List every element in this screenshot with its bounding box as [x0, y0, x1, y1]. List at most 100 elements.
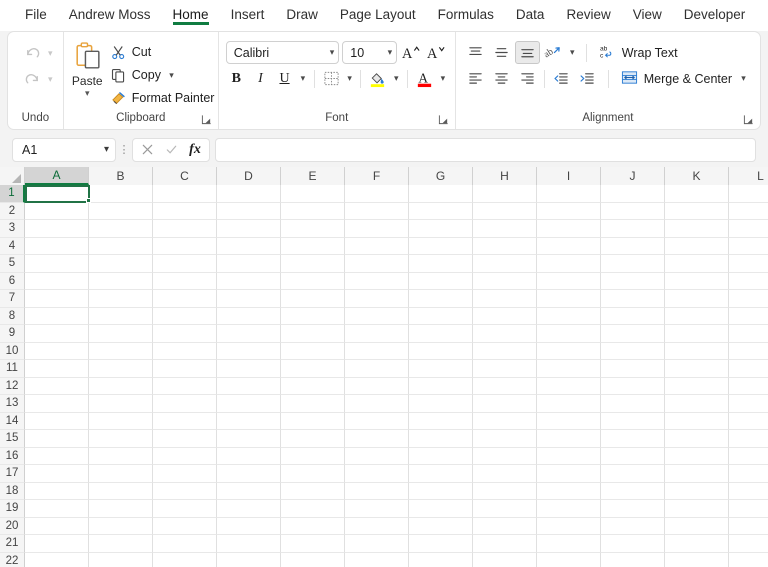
column-header-b[interactable]: B [89, 167, 153, 185]
cell-a6[interactable] [25, 272, 89, 290]
cell-f19[interactable] [345, 500, 409, 518]
cell-d1[interactable] [217, 185, 281, 203]
align-bottom-button[interactable] [514, 41, 540, 64]
cell-h17[interactable] [473, 465, 537, 483]
cell-k18[interactable] [665, 482, 729, 500]
chevron-down-icon[interactable]: ▾ [85, 89, 90, 98]
font-dialog-launcher[interactable] [438, 114, 449, 125]
column-header-g[interactable]: G [409, 167, 473, 185]
cell-d22[interactable] [217, 552, 281, 567]
cell-b2[interactable] [89, 202, 153, 220]
tab-formulas[interactable]: Formulas [427, 5, 505, 27]
redo-button[interactable]: ▾ [21, 68, 53, 90]
cell-f22[interactable] [345, 552, 409, 567]
cell-b4[interactable] [89, 237, 153, 255]
decrease-indent-button[interactable] [549, 67, 574, 90]
increase-font-size-button[interactable]: A [400, 41, 422, 64]
row-header-21[interactable]: 21 [0, 535, 25, 553]
row-header-9[interactable]: 9 [0, 325, 25, 343]
cell-e21[interactable] [281, 535, 345, 553]
cell-g9[interactable] [409, 325, 473, 343]
cell-i14[interactable] [537, 412, 601, 430]
borders-button[interactable] [321, 67, 342, 90]
cell-c8[interactable] [153, 307, 217, 325]
row-header-3[interactable]: 3 [0, 220, 25, 238]
increase-indent-button[interactable] [575, 67, 600, 90]
cell-j5[interactable] [601, 255, 665, 273]
name-box[interactable]: A1 ▾ [12, 137, 116, 162]
cell-k21[interactable] [665, 535, 729, 553]
cell-a4[interactable] [25, 237, 89, 255]
cell-h21[interactable] [473, 535, 537, 553]
row-header-11[interactable]: 11 [0, 360, 25, 378]
cell-b20[interactable] [89, 517, 153, 535]
cell-l14[interactable] [729, 412, 768, 430]
tab-review[interactable]: Review [555, 5, 621, 27]
cell-d14[interactable] [217, 412, 281, 430]
cell-i7[interactable] [537, 290, 601, 308]
cell-h2[interactable] [473, 202, 537, 220]
chevron-down-icon[interactable]: ▾ [166, 70, 177, 81]
cell-f21[interactable] [345, 535, 409, 553]
cell-b17[interactable] [89, 465, 153, 483]
cell-d4[interactable] [217, 237, 281, 255]
cell-i12[interactable] [537, 377, 601, 395]
row-header-18[interactable]: 18 [0, 482, 25, 500]
cell-l9[interactable] [729, 325, 768, 343]
cell-e10[interactable] [281, 342, 345, 360]
cell-e15[interactable] [281, 430, 345, 448]
column-header-j[interactable]: J [601, 167, 665, 185]
cell-c19[interactable] [153, 500, 217, 518]
cell-k22[interactable] [665, 552, 729, 567]
cell-h12[interactable] [473, 377, 537, 395]
cell-a9[interactable] [25, 325, 89, 343]
cell-f2[interactable] [345, 202, 409, 220]
row-header-8[interactable]: 8 [0, 307, 25, 325]
cell-k20[interactable] [665, 517, 729, 535]
cell-a20[interactable] [25, 517, 89, 535]
cell-h14[interactable] [473, 412, 537, 430]
cell-c2[interactable] [153, 202, 217, 220]
cell-b13[interactable] [89, 395, 153, 413]
cancel-x-icon[interactable] [135, 139, 159, 160]
cell-d17[interactable] [217, 465, 281, 483]
cell-j12[interactable] [601, 377, 665, 395]
chevron-down-icon[interactable]: ▾ [438, 73, 448, 84]
cell-c17[interactable] [153, 465, 217, 483]
cell-g7[interactable] [409, 290, 473, 308]
cell-h18[interactable] [473, 482, 537, 500]
cell-k1[interactable] [665, 185, 729, 203]
cell-h9[interactable] [473, 325, 537, 343]
cell-h3[interactable] [473, 220, 537, 238]
cell-h22[interactable] [473, 552, 537, 567]
tab-developer[interactable]: Developer [673, 5, 757, 27]
cell-k7[interactable] [665, 290, 729, 308]
undo-button[interactable]: ▾ [21, 42, 53, 64]
cell-b11[interactable] [89, 360, 153, 378]
tab-draw[interactable]: Draw [275, 5, 329, 27]
row-header-4[interactable]: 4 [0, 237, 25, 255]
spreadsheet-grid[interactable]: A B C D E F G H I J K L 1 2 3 4 5 6 7 8 9 10 11 12 1… [0, 167, 768, 567]
cell-l6[interactable] [729, 272, 768, 290]
tab-view[interactable]: View [622, 5, 673, 27]
cell-a8[interactable] [25, 307, 89, 325]
cell-b18[interactable] [89, 482, 153, 500]
cell-d3[interactable] [217, 220, 281, 238]
cell-c6[interactable] [153, 272, 217, 290]
cell-k17[interactable] [665, 465, 729, 483]
cell-a2[interactable] [25, 202, 89, 220]
chevron-down-icon[interactable]: ▾ [384, 47, 393, 58]
cell-a3[interactable] [25, 220, 89, 238]
confirm-check-icon[interactable] [159, 139, 183, 160]
cell-i20[interactable] [537, 517, 601, 535]
cell-c3[interactable] [153, 220, 217, 238]
cell-i3[interactable] [537, 220, 601, 238]
cell-f20[interactable] [345, 517, 409, 535]
decrease-font-size-button[interactable]: A [425, 41, 447, 64]
cell-i11[interactable] [537, 360, 601, 378]
cell-a13[interactable] [25, 395, 89, 413]
cell-e1[interactable] [281, 185, 345, 203]
merge-and-center-button[interactable]: Merge & Center ▾ [617, 67, 753, 90]
cell-l3[interactable] [729, 220, 768, 238]
cell-l19[interactable] [729, 500, 768, 518]
